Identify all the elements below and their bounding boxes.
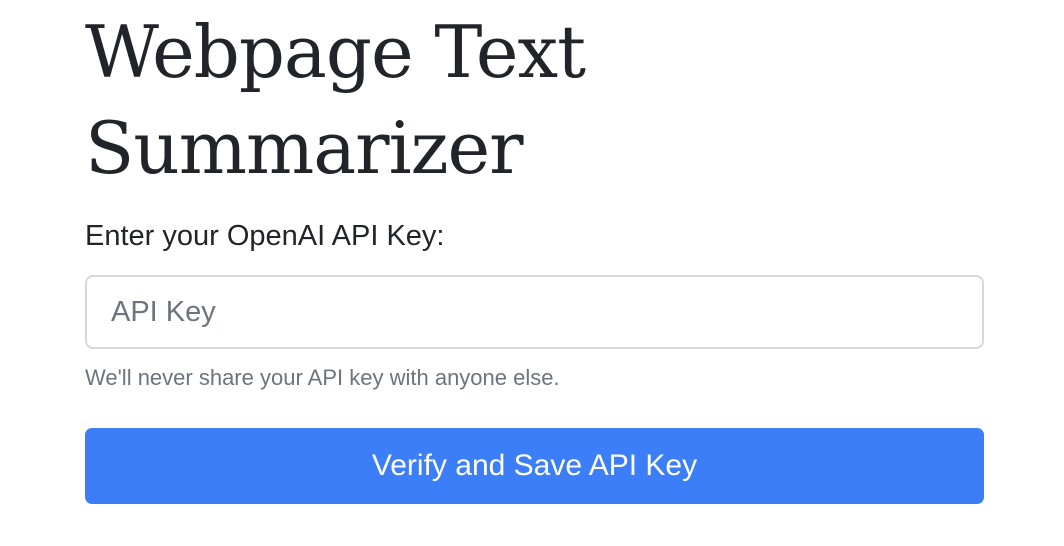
verify-save-api-key-button[interactable]: Verify and Save API Key bbox=[85, 428, 984, 504]
api-key-input[interactable] bbox=[85, 275, 984, 349]
api-key-help-text: We'll never share your API key with anyo… bbox=[85, 365, 560, 390]
page-title: Webpage Text Summarizer bbox=[85, 10, 586, 190]
api-key-label: Enter your OpenAI API Key: bbox=[85, 220, 445, 252]
